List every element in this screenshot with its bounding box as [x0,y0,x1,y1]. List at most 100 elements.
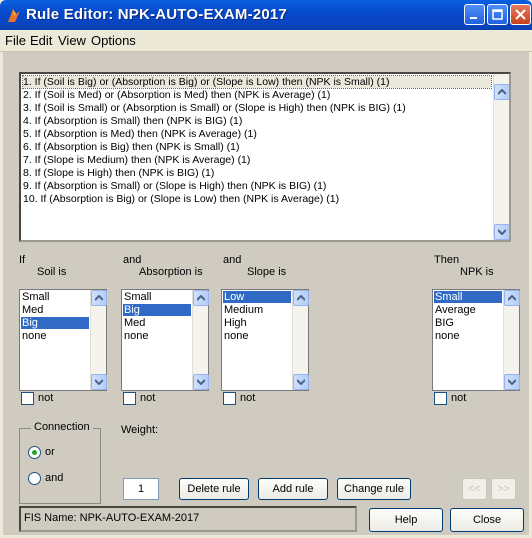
status-bar: FIS Name: NPK-AUTO-EXAM-2017 [19,506,357,532]
scroll-up-button[interactable] [91,290,107,306]
menu-file[interactable]: File [5,33,26,48]
scroll-down-button[interactable] [293,374,309,390]
absorption-not-label: not [140,392,156,404]
prev-button[interactable]: << [462,478,487,500]
chevron-up-icon [95,295,103,301]
scroll-up-button[interactable] [293,290,309,306]
npk-label: NPK is [460,266,494,278]
soil-label: Soil is [37,266,67,278]
or-label: or [45,446,55,458]
chevron-up-icon [508,295,516,301]
chevron-down-icon [197,379,205,385]
rule-list[interactable]: 1. If (Soil is Big) or (Absorption is Bi… [19,72,511,242]
weight-input[interactable]: 1 [123,478,159,500]
menu-edit[interactable]: Edit [30,33,52,48]
npk-not-checkbox[interactable] [434,392,447,405]
chevron-down-icon [95,379,103,385]
help-button[interactable]: Help [369,508,443,532]
listbox-option[interactable]: Small [434,291,502,303]
scroll-down-button[interactable] [494,224,509,240]
rule-item[interactable]: 9. If (Absorption is Small) or (Slope is… [23,180,326,192]
menu-options[interactable]: Options [91,33,136,48]
then-label: Then [434,254,460,266]
rule-item[interactable]: 6. If (Absorption is Big) then (NPK is S… [23,141,240,153]
rule-list-scrollbar[interactable] [493,74,509,240]
connection-title: Connection [31,421,93,433]
listbox-option[interactable]: Big [21,317,89,329]
radio-selected-dot [32,450,37,455]
soil-listbox[interactable]: Small Med Big none [19,289,107,391]
absorption-scrollbar[interactable] [192,290,209,390]
listbox-option[interactable]: BIG [434,317,502,329]
npk-not-label: not [451,392,467,404]
next-button[interactable]: >> [491,478,516,500]
title-bar[interactable]: Rule Editor: NPK-AUTO-EXAM-2017 [0,0,532,30]
chevron-down-icon [508,379,516,385]
maximize-icon [492,9,503,20]
menu-view[interactable]: View [58,33,86,48]
rule-item[interactable]: 5. If (Absorption is Med) then (NPK is A… [23,128,257,140]
listbox-option[interactable]: Med [123,317,191,329]
soil-scrollbar[interactable] [90,290,107,390]
weight-label: Weight: [121,424,159,436]
change-rule-button[interactable]: Change rule [337,478,411,500]
listbox-option[interactable]: High [223,317,291,329]
add-rule-button[interactable]: Add rule [258,478,328,500]
chevron-down-icon [498,229,506,235]
rule-item[interactable]: 10. If (Absorption is Big) or (Slope is … [23,193,339,205]
soil-not-checkbox[interactable] [21,392,34,405]
or-radio[interactable] [28,446,41,459]
rule-item[interactable]: 4. If (Absorption is Small) then (NPK is… [23,115,242,127]
scroll-up-button[interactable] [494,84,509,100]
rule-item[interactable]: 7. If (Slope is Medium) then (NPK is Ave… [23,154,250,166]
listbox-option[interactable]: Small [123,291,191,303]
listbox-option[interactable]: Medium [223,304,291,316]
listbox-option[interactable]: Average [434,304,502,316]
and-label-2: and [223,254,242,266]
chevron-up-icon [498,89,506,95]
minimize-icon [470,17,477,19]
scroll-down-button[interactable] [193,374,209,390]
listbox-option[interactable]: Med [21,304,89,316]
slope-not-checkbox[interactable] [223,392,236,405]
connection-group [19,428,101,504]
scroll-down-button[interactable] [91,374,107,390]
minimize-button[interactable] [464,4,485,25]
npk-scrollbar[interactable] [503,290,520,390]
close-window-button[interactable] [510,4,531,25]
scroll-up-button[interactable] [193,290,209,306]
and-radio[interactable] [28,472,41,485]
scroll-down-button[interactable] [504,374,520,390]
rule-item[interactable]: 8. If (Slope is High) then (NPK is BIG) … [23,167,214,179]
slope-not-label: not [240,392,256,404]
rule-item[interactable]: 2. If (Soil is Med) or (Absorption is Me… [23,89,330,101]
listbox-option[interactable]: none [21,330,89,342]
close-button[interactable]: Close [450,508,524,532]
delete-rule-button[interactable]: Delete rule [179,478,249,500]
listbox-option[interactable]: Small [21,291,89,303]
soil-not-label: not [38,392,54,404]
listbox-option[interactable]: Big [123,304,191,316]
listbox-option[interactable]: none [223,330,291,342]
chevron-up-icon [197,295,205,301]
listbox-option[interactable]: none [123,330,191,342]
window-title: Rule Editor: NPK-AUTO-EXAM-2017 [26,6,287,23]
npk-listbox[interactable]: Small Average BIG none [432,289,520,391]
absorption-listbox[interactable]: Small Big Med none [121,289,209,391]
rule-item[interactable]: 3. If (Soil is Small) or (Absorption is … [23,102,406,114]
slope-scrollbar[interactable] [292,290,309,390]
listbox-option[interactable]: Low [223,291,291,303]
maximize-button[interactable] [487,4,508,25]
scroll-up-button[interactable] [504,290,520,306]
and-label: and [45,472,64,484]
if-label: If [19,254,26,266]
close-icon [515,9,526,20]
absorption-not-checkbox[interactable] [123,392,136,405]
slope-listbox[interactable]: Low Medium High none [221,289,309,391]
chevron-down-icon [297,379,305,385]
rule-item[interactable]: 1. If (Soil is Big) or (Absorption is Bi… [22,75,492,89]
chevron-up-icon [297,295,305,301]
listbox-option[interactable]: none [434,330,502,342]
slope-label: Slope is [247,266,287,278]
menu-bar: File Edit View Options [0,30,532,52]
